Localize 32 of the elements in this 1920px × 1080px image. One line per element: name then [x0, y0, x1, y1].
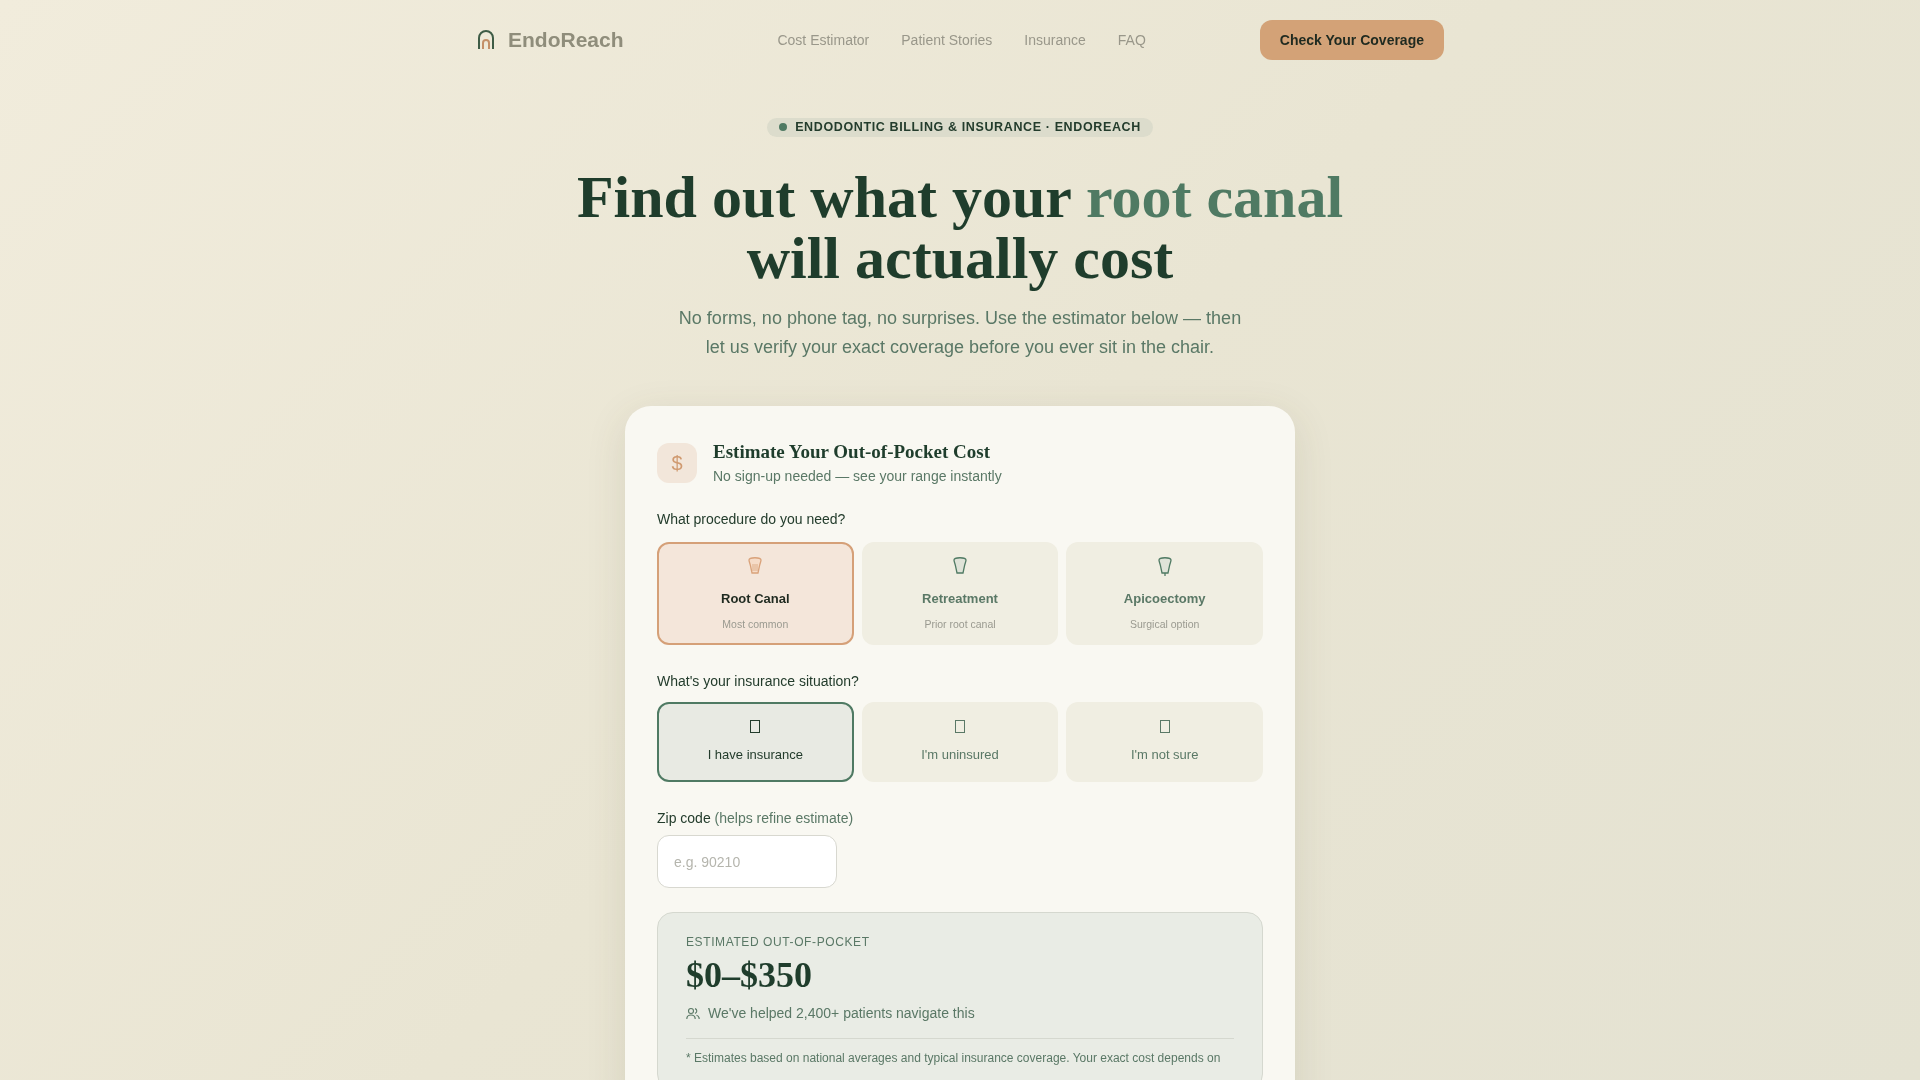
logo-icon — [476, 29, 496, 51]
estimator-title: Estimate Your Out-of-Pocket Cost — [713, 439, 992, 464]
people-icon — [686, 1007, 700, 1021]
nav-link[interactable]: Insurance — [1024, 29, 1086, 51]
estimate-label: ESTIMATED OUT-OF-POCKET — [686, 934, 871, 952]
insurance-option[interactable]: I'm not sure — [1066, 702, 1263, 783]
check-coverage-button[interactable]: Check Your Coverage — [1259, 20, 1444, 60]
dollar-icon: $ — [657, 442, 697, 483]
placeholder-glyph-icon — [750, 720, 761, 733]
insurance-option[interactable]: I'm uninsured — [861, 702, 1059, 783]
placeholder-glyph-icon — [955, 720, 965, 733]
tooth-icon — [1155, 555, 1174, 578]
estimate-footnote: * Estimates based on national averages and typical insurance coverage. Your exact cost depends on — [686, 1051, 1222, 1066]
zip-label: Zip code (helps refine estimate) — [657, 809, 855, 829]
procedure-option[interactable]: Retreatment Prior root canal — [861, 542, 1059, 646]
estimate-range: $0–$350 — [686, 955, 813, 996]
zip-field[interactable]: e.g. 90210 — [657, 835, 837, 889]
nav-link[interactable]: Patient Stories — [901, 29, 993, 51]
badge-text: ENDODONTIC BILLING & INSURANCE · ENDOREACH — [795, 119, 1141, 136]
procedure-label: What procedure do you need? — [657, 510, 847, 530]
nav-link[interactable]: Cost Estimator — [777, 29, 870, 51]
brand-name[interactable]: EndoReach — [508, 24, 624, 56]
hero-title: Find out what your root canal will actually cost — [576, 166, 1344, 289]
insurance-label: What's your insurance situation? — [657, 672, 860, 692]
hero-subtitle: No forms, no phone tag, no surprises. Use the estimator below — then let us verify your exact coverage before you ever sit in the chair. — [677, 306, 1243, 359]
procedure-option[interactable]: Apicoectomy Surgical option — [1066, 542, 1263, 646]
social-proof-text: We've helped 2,400+ patients navigate this — [708, 1004, 975, 1024]
insurance-option[interactable]: I have insurance — [657, 702, 854, 783]
estimator-subtitle: No sign-up needed — see your range instantly — [713, 467, 1002, 487]
procedure-option[interactable]: Root Canal Most common — [657, 542, 854, 646]
placeholder-glyph-icon — [1159, 720, 1170, 733]
nav-link[interactable]: FAQ — [1117, 29, 1146, 51]
